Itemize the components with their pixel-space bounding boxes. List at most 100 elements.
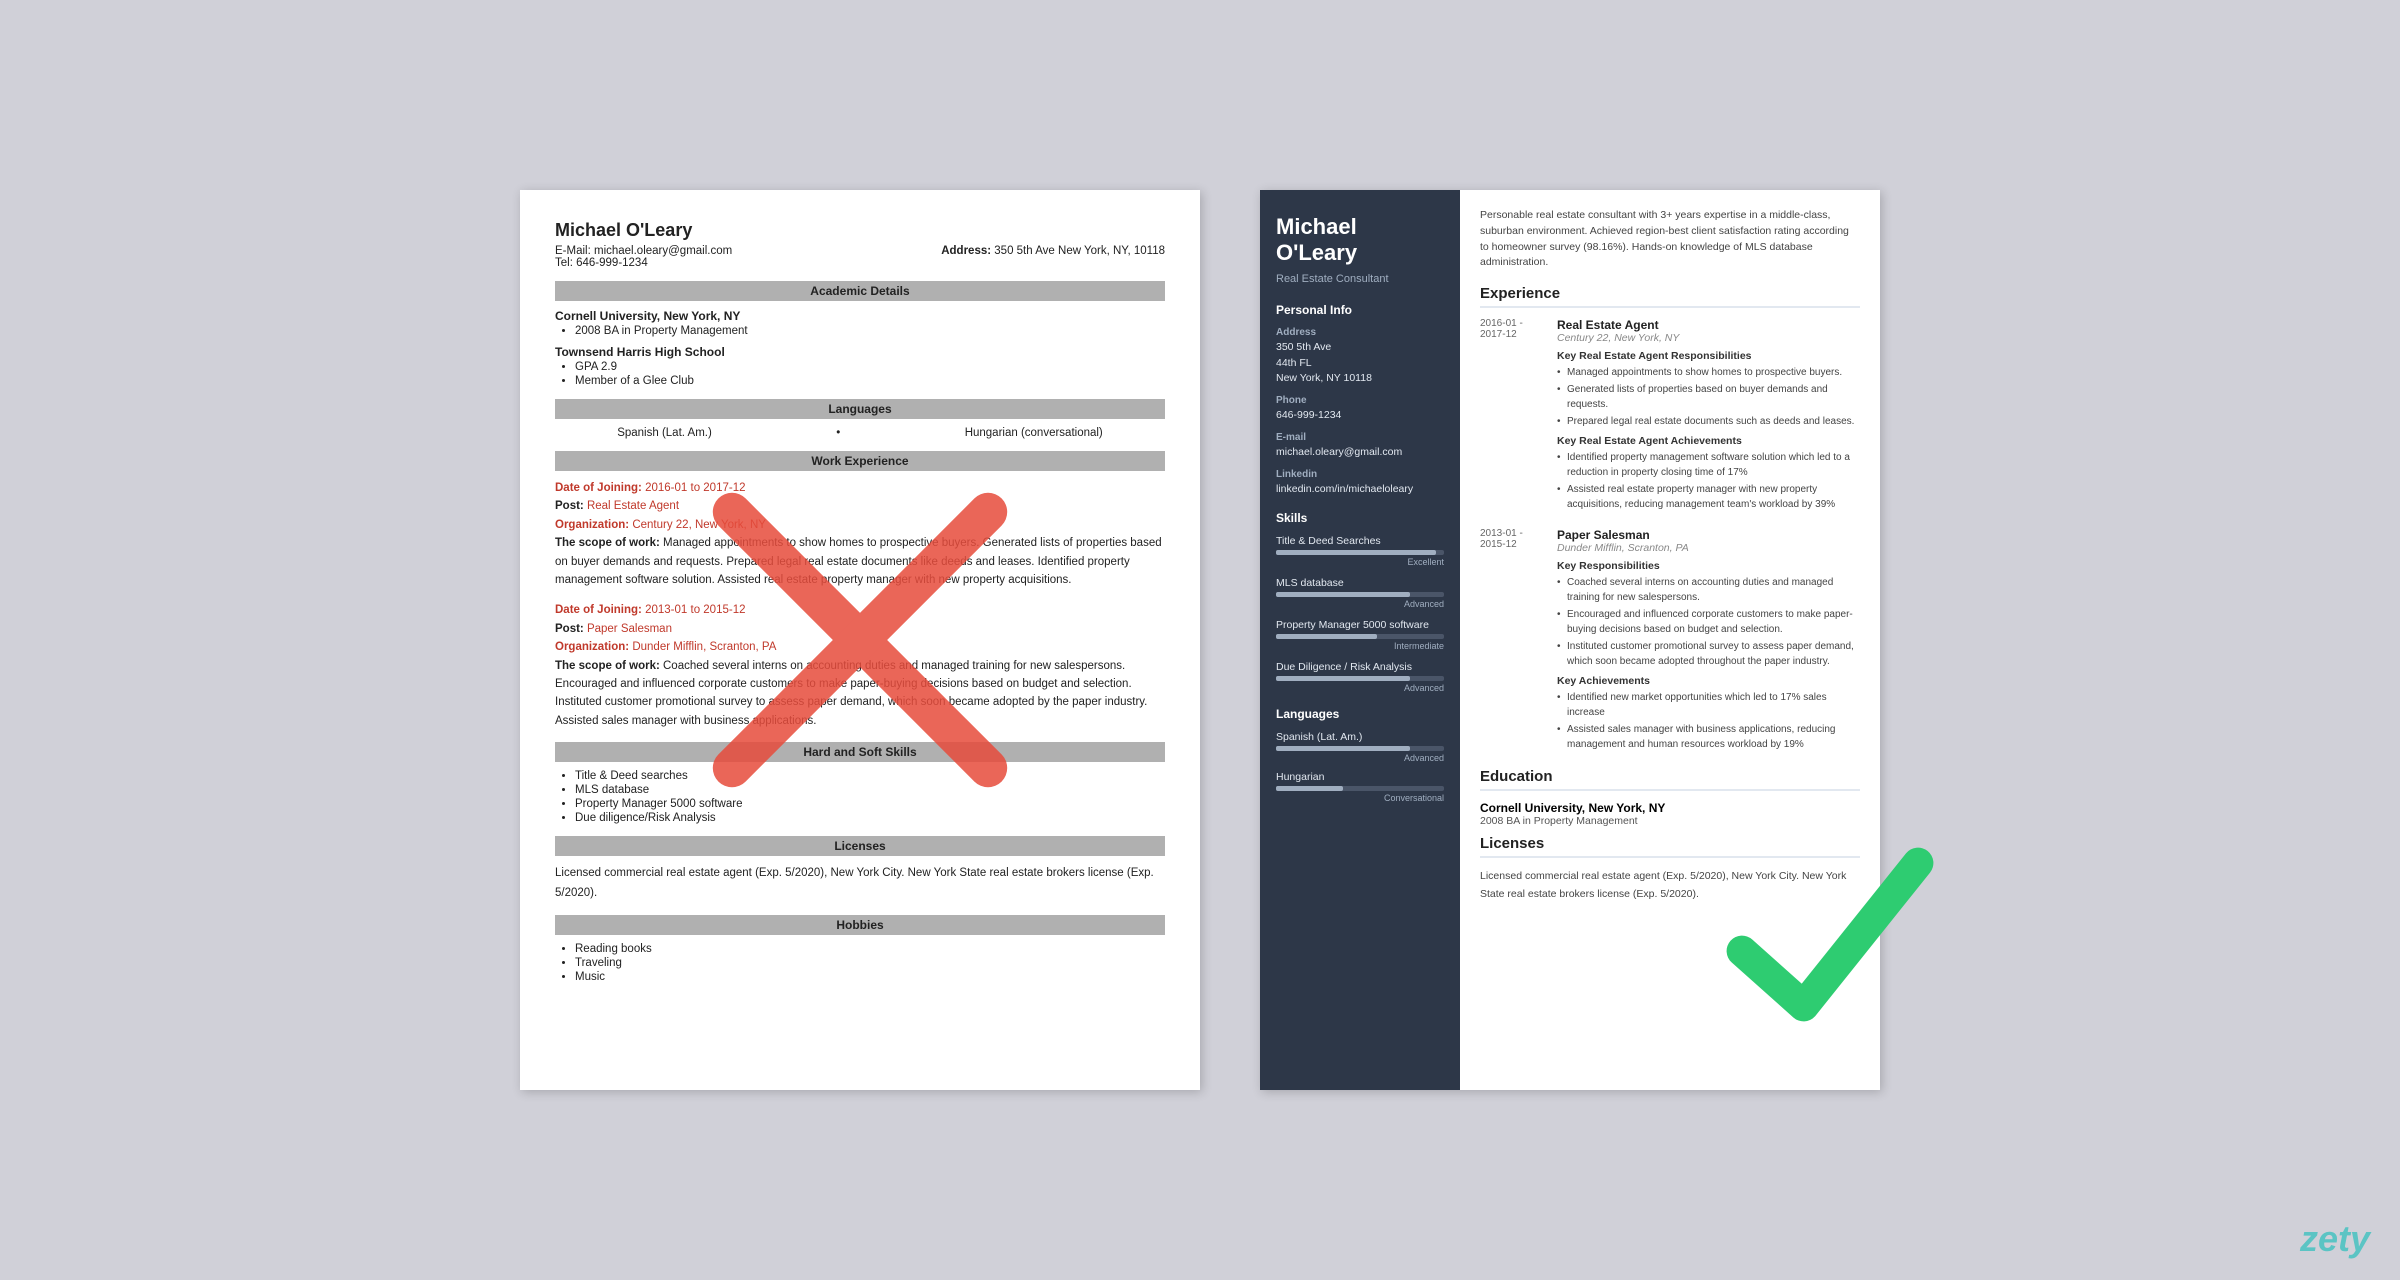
cornell-name: Cornell University, New York, NY xyxy=(555,309,1165,323)
work-entry-1: Date of Joining: 2013-01 to 2015-12 Post… xyxy=(555,601,1165,730)
email-value-right: michael.oleary@gmail.com xyxy=(1276,445,1444,461)
skill-right-3-bar-fill xyxy=(1276,676,1410,681)
exp-0-resp-2: Prepared legal real estate documents suc… xyxy=(1557,414,1860,429)
licenses-text-right: Licensed commercial real estate agent (E… xyxy=(1480,868,1860,904)
skill-right-1-level: Advanced xyxy=(1276,599,1444,609)
licenses-title-right: Licenses xyxy=(1480,835,1860,858)
hobby-2: Music xyxy=(575,971,1165,983)
exp-1-body: Paper Salesman Dunder Mifflin, Scranton,… xyxy=(1557,528,1860,754)
languages-header: Languages xyxy=(555,399,1165,419)
exp-0-resp-1: Generated lists of properties based on b… xyxy=(1557,382,1860,412)
exp-0-ach-0: Identified property management software … xyxy=(1557,450,1860,480)
work-1-org-line: Organization: Dunder Mifflin, Scranton, … xyxy=(555,638,1165,656)
linkedin-label-right: Linkedin xyxy=(1276,469,1444,480)
zety-brand: zety xyxy=(2300,1218,2370,1260)
left-resume: Michael O'Leary E-Mail: michael.oleary@g… xyxy=(520,190,1200,1090)
edu-townsend: Townsend Harris High School GPA 2.9 Memb… xyxy=(555,345,1165,387)
work-0-post: Real Estate Agent xyxy=(587,500,679,512)
townsend-item-0: GPA 2.9 xyxy=(575,361,1165,373)
address-value-right: 350 5th Ave 44th FL New York, NY 10118 xyxy=(1276,340,1444,387)
work-0-scope-label: The scope of work: xyxy=(555,537,660,549)
work-1-org-label: Organization: xyxy=(555,641,629,653)
linkedin-value-right: linkedin.com/in/michaeloleary xyxy=(1276,482,1444,498)
licenses-text-left: Licensed commercial real estate agent (E… xyxy=(555,864,1165,903)
work-1-date: 2013-01 to 2015-12 xyxy=(645,604,745,616)
education-title-right: Education xyxy=(1480,768,1860,791)
townsend-item-1: Member of a Glee Club xyxy=(575,375,1165,387)
exp-1-ach-0: Identified new market opportunities whic… xyxy=(1557,690,1860,720)
exp-0-dates: 2016-01 -2017-12 xyxy=(1480,318,1545,514)
skill-right-3: Due Diligence / Risk Analysis Advanced xyxy=(1276,661,1444,693)
main-content: Personable real estate consultant with 3… xyxy=(1460,190,1880,1090)
skill-right-3-name: Due Diligence / Risk Analysis xyxy=(1276,661,1444,673)
lang-dot: • xyxy=(836,427,840,439)
address-value-left: 350 5th Ave New York, NY, 10118 xyxy=(994,245,1165,257)
lang-right-1-name: Hungarian xyxy=(1276,771,1444,783)
work-0-post-line: Post: Real Estate Agent xyxy=(555,497,1165,515)
skill-right-3-level: Advanced xyxy=(1276,683,1444,693)
email-label-right: E-mail xyxy=(1276,432,1444,443)
skill-right-0-name: Title & Deed Searches xyxy=(1276,535,1444,547)
phone-label-right: Phone xyxy=(1276,395,1444,406)
lang-right-1-bar-fill xyxy=(1276,786,1343,791)
exp-entry-0: 2016-01 -2017-12 Real Estate Agent Centu… xyxy=(1480,318,1860,514)
hobby-0: Reading books xyxy=(575,943,1165,955)
hobbies-list: Reading books Traveling Music xyxy=(575,943,1165,983)
exp-1-dates: 2013-01 -2015-12 xyxy=(1480,528,1545,754)
edu-right-0-degree: 2008 BA in Property Management xyxy=(1480,815,1860,827)
left-contact-right: Address: 350 5th Ave New York, NY, 10118 xyxy=(941,245,1165,269)
work-0-date-line: Date of Joining: 2016-01 to 2017-12 xyxy=(555,479,1165,497)
address-label-left: Address: xyxy=(941,245,991,257)
skills-list-left: Title & Deed searches MLS database Prope… xyxy=(575,770,1165,824)
lang-right-0: Spanish (Lat. Am.) Advanced xyxy=(1276,731,1444,763)
exp-1-ach-1: Assisted sales manager with business app… xyxy=(1557,722,1860,752)
academic-header: Academic Details xyxy=(555,281,1165,301)
work-1-scope-label: The scope of work: xyxy=(555,660,660,672)
work-0-post-label: Post: xyxy=(555,500,584,512)
edu-right-0: Cornell University, New York, NY 2008 BA… xyxy=(1480,801,1860,827)
left-contact-row: E-Mail: michael.oleary@gmail.com Tel: 64… xyxy=(555,245,1165,269)
lang-right-0-bar-bg xyxy=(1276,746,1444,751)
skill-right-2-bar-bg xyxy=(1276,634,1444,639)
exp-0-company: Century 22, New York, NY xyxy=(1557,332,1860,344)
skill-right-3-bar-bg xyxy=(1276,676,1444,681)
phone-value-right: 646-999-1234 xyxy=(1276,408,1444,424)
languages-title-right: Languages xyxy=(1276,707,1444,721)
skill-right-0-bar-bg xyxy=(1276,550,1444,555)
skill-right-1-name: MLS database xyxy=(1276,577,1444,589)
cornell-items: 2008 BA in Property Management xyxy=(575,325,1165,337)
exp-1-resp-1: Encouraged and influenced corporate cust… xyxy=(1557,607,1860,637)
skill-2: Property Manager 5000 software xyxy=(575,798,1165,810)
skills-title-right: Skills xyxy=(1276,511,1444,525)
lang-right-0-bar-fill xyxy=(1276,746,1410,751)
licenses-header-left: Licenses xyxy=(555,836,1165,856)
exp-0-ach-title: Key Real Estate Agent Achievements xyxy=(1557,435,1860,447)
languages-row: Spanish (Lat. Am.) • Hungarian (conversa… xyxy=(555,427,1165,439)
skill-right-2: Property Manager 5000 software Intermedi… xyxy=(1276,619,1444,651)
sidebar: MichaelO'Leary Real Estate Consultant Pe… xyxy=(1260,190,1460,1090)
exp-0-resp-0: Managed appointments to show homes to pr… xyxy=(1557,365,1860,380)
skill-right-0-bar-fill xyxy=(1276,550,1436,555)
hobby-1: Traveling xyxy=(575,957,1165,969)
skill-right-0: Title & Deed Searches Excellent xyxy=(1276,535,1444,567)
skill-3: Due diligence/Risk Analysis xyxy=(575,812,1165,824)
work-1-scope-line: The scope of work: Coached several inter… xyxy=(555,657,1165,731)
lang-right-0-level: Advanced xyxy=(1276,753,1444,763)
work-1-post-line: Post: Paper Salesman xyxy=(555,620,1165,638)
work-entry-0: Date of Joining: 2016-01 to 2017-12 Post… xyxy=(555,479,1165,589)
right-name: MichaelO'Leary xyxy=(1276,214,1444,267)
work-1-date-line: Date of Joining: 2013-01 to 2015-12 xyxy=(555,601,1165,619)
exp-1-job-title: Paper Salesman xyxy=(1557,528,1860,542)
exp-1-resp-0: Coached several interns on accounting du… xyxy=(1557,575,1860,605)
skill-right-1: MLS database Advanced xyxy=(1276,577,1444,609)
email-label: E-Mail: xyxy=(555,245,591,257)
work-0-date-label: Date of Joining: xyxy=(555,482,642,494)
exp-1-company: Dunder Mifflin, Scranton, PA xyxy=(1557,542,1860,554)
exp-0-job-title: Real Estate Agent xyxy=(1557,318,1860,332)
lang-right-1-bar-bg xyxy=(1276,786,1444,791)
exp-0-resp-title: Key Real Estate Agent Responsibilities xyxy=(1557,350,1860,362)
experience-title: Experience xyxy=(1480,285,1860,308)
skills-header-left: Hard and Soft Skills xyxy=(555,742,1165,762)
skill-0: Title & Deed searches xyxy=(575,770,1165,782)
skill-right-1-bar-bg xyxy=(1276,592,1444,597)
